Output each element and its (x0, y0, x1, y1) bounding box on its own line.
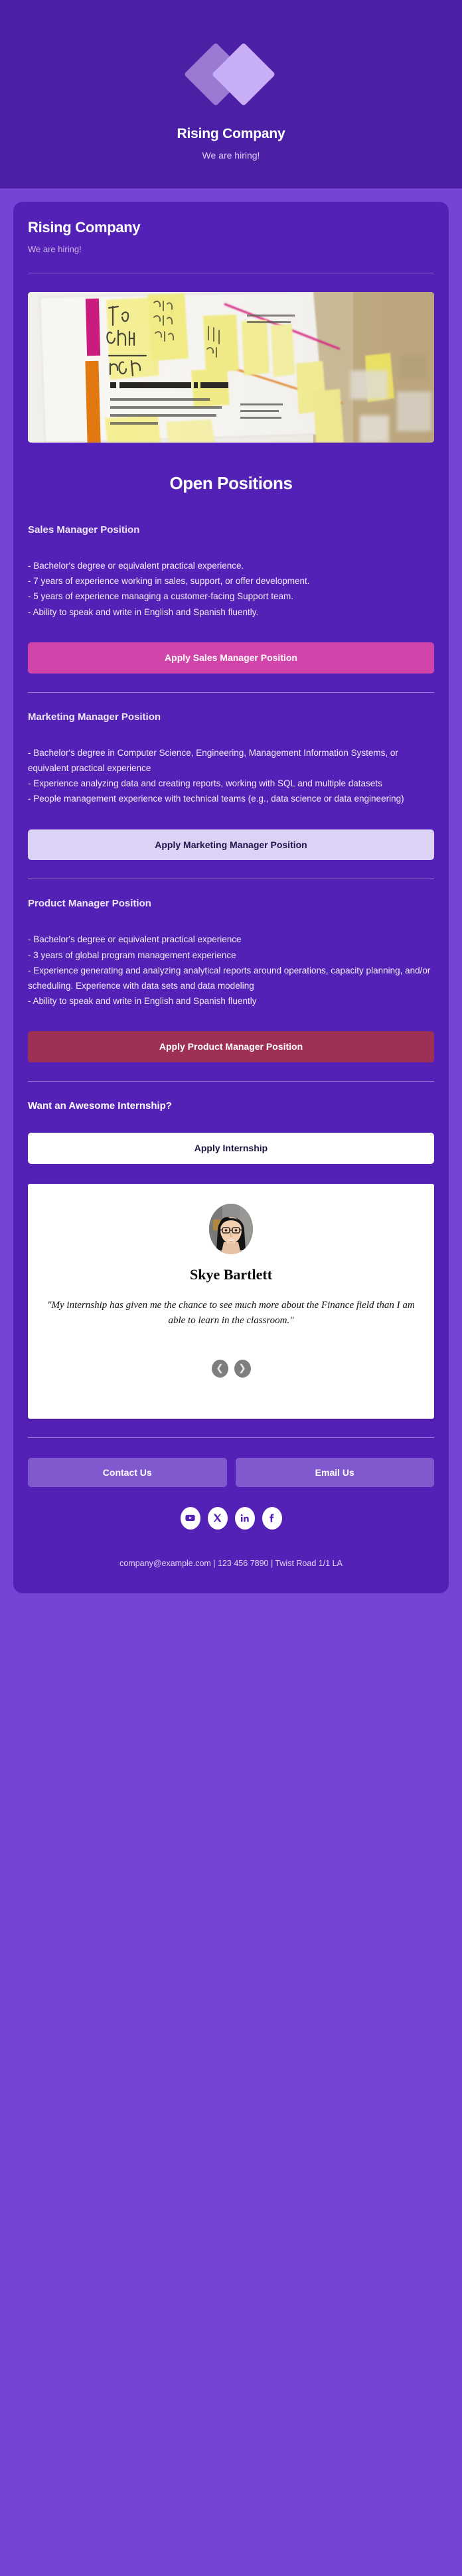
banner-tagline: We are hiring! (202, 150, 260, 161)
youtube-icon[interactable] (180, 1506, 200, 1530)
footer-contact-line: company@example.com | 123 456 7890 | Twi… (119, 1558, 343, 1568)
footer-button-row: Contact Us Email Us (28, 1457, 434, 1487)
divider-after-product (28, 1081, 434, 1082)
card-company-name: Rising Company (28, 219, 141, 236)
social-links (28, 1506, 434, 1530)
divider-before-footer (28, 1437, 434, 1438)
carousel-controls: ❮ ❯ (46, 1359, 416, 1378)
internship-heading: Want an Awesome Internship? (28, 1100, 172, 1112)
page-title: Open Positions (169, 473, 293, 493)
top-banner: Rising Company We are hiring! (0, 0, 462, 188)
testimonial-quote: "My internship has given me the chance t… (47, 1300, 415, 1326)
testimonial-author-name: Skye Bartlett (189, 1266, 273, 1283)
job-description: - Bachelor's degree or equivalent practi… (28, 561, 310, 617)
two-diamonds-logo-icon (183, 38, 276, 111)
job-listing-product-manager: Product Manager Position - Bachelor's de… (28, 898, 434, 1063)
x-twitter-icon[interactable] (207, 1506, 228, 1530)
email-us-button[interactable]: Email Us (235, 1457, 434, 1487)
contact-us-button[interactable]: Contact Us (28, 1457, 227, 1487)
facebook-icon[interactable] (262, 1506, 282, 1530)
apply-product-manager-button[interactable]: Apply Product Manager Position (28, 1031, 434, 1063)
email-page: Rising Company We are hiring! Rising Com… (0, 0, 462, 2576)
job-title: Sales Manager Position (28, 524, 140, 536)
card-tagline: We are hiring! (28, 244, 82, 254)
job-title: Product Manager Position (28, 898, 151, 910)
apply-sales-manager-button[interactable]: Apply Sales Manager Position (28, 642, 434, 674)
hero-image (28, 292, 434, 443)
internship-section: Want an Awesome Internship? Apply Intern… (28, 1100, 434, 1419)
apply-internship-button[interactable]: Apply Internship (28, 1133, 434, 1165)
job-description: - Bachelor's degree or equivalent practi… (28, 934, 431, 1007)
footer: Contact Us Email Us company@example.com … (28, 1457, 434, 1571)
avatar (209, 1204, 253, 1255)
job-description: - Bachelor's degree in Computer Science,… (28, 747, 404, 804)
main-card: Rising Company We are hiring! Open Posit… (13, 202, 449, 1593)
job-listing-marketing-manager: Marketing Manager Position - Bachelor's … (28, 711, 434, 861)
linkedin-icon[interactable] (234, 1506, 255, 1530)
chevron-left-icon[interactable]: ❮ (211, 1359, 228, 1378)
divider-after-sales (28, 691, 434, 693)
job-listing-sales-manager: Sales Manager Position - Bachelor's degr… (28, 524, 434, 674)
banner-company-name: Rising Company (177, 126, 285, 141)
chevron-right-icon[interactable]: ❯ (234, 1359, 251, 1378)
job-title: Marketing Manager Position (28, 711, 161, 723)
testimonial-card: Skye Bartlett "My internship has given m… (28, 1184, 434, 1419)
apply-marketing-manager-button[interactable]: Apply Marketing Manager Position (28, 829, 434, 861)
